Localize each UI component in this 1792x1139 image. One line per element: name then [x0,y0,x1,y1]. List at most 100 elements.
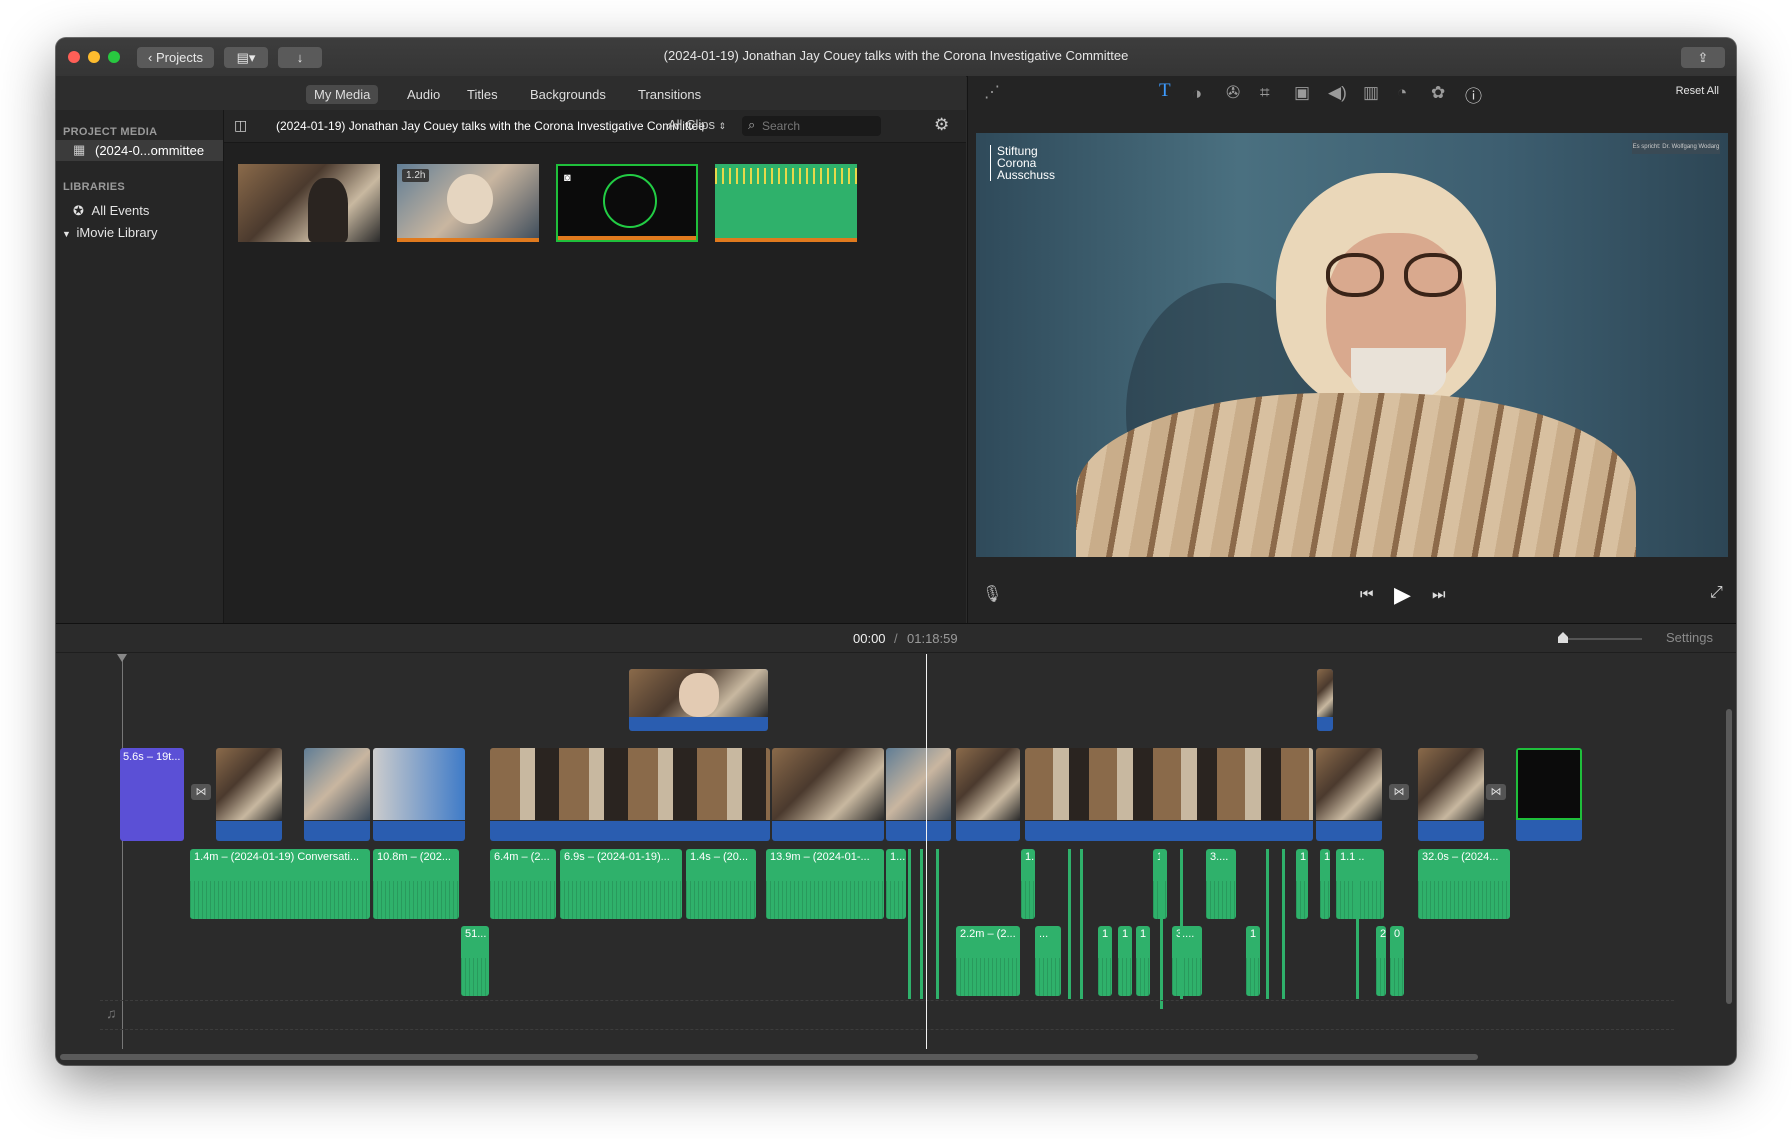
gear-icon[interactable]: ⚙ [934,115,949,135]
audio-clip[interactable]: 32.0s – (2024... [1418,849,1510,919]
timeline-settings-button[interactable]: Settings [1666,630,1713,645]
title-bar: ‹ Projects ▤▾ ↓ (2024-01-19) Jonathan Ja… [56,38,1736,77]
event-title: (2024-01-19) Jonathan Jay Couey talks wi… [276,119,705,133]
audio-clip[interactable]: ... [1035,926,1061,996]
magic-wand-icon[interactable]: ⋰ [984,82,1000,102]
tab-backgrounds[interactable]: Backgrounds [522,85,614,104]
audio-clip[interactable]: 1.4m – (2024-01-19) Conversati... [190,849,370,919]
audio-clip[interactable]: 1 [1246,926,1260,996]
total-duration: 01:18:59 [907,631,958,646]
video-clip[interactable] [772,748,884,841]
skip-forward-icon[interactable]: ⏭ [1432,586,1446,603]
audio-clip[interactable]: 1 [1296,849,1308,919]
person-head [447,174,493,224]
filter-overlay-icon[interactable]: ✿ [1431,83,1445,103]
media-browser: ◫ (2024-01-19) Jonathan Jay Couey talks … [224,110,966,623]
video-clip[interactable] [216,748,282,841]
vertical-scrollbar[interactable] [1726,709,1732,1004]
stabilization-camera-icon[interactable]: ▣ [1294,83,1310,103]
video-clip[interactable] [1316,748,1382,841]
audio-clip[interactable]: 3.... [1206,849,1236,919]
crop-icon[interactable]: ⌗ [1260,83,1270,103]
zoom-slider-track[interactable] [1562,638,1642,640]
audio-clip[interactable]: 1.1... [1336,849,1384,919]
current-time: 00:00 [853,631,886,646]
imovie-library-item[interactable]: ▼ iMovie Library [62,225,157,240]
audio-clip[interactable]: 51... [461,926,489,996]
audio-clip[interactable]: 1 [1118,926,1132,996]
media-thumbnail[interactable]: 1.2h [397,164,539,242]
audio-clip[interactable]: 1... [886,849,906,919]
video-clip[interactable] [304,748,370,841]
media-thumbnail[interactable] [238,164,380,242]
audio-clip[interactable]: 3.... [1172,926,1202,996]
playhead[interactable] [926,654,927,1049]
tab-my-media[interactable]: My Media [306,85,379,104]
reset-all-button[interactable]: Reset All [1676,85,1719,97]
music-track[interactable]: ♫ [100,1000,1674,1030]
audio-clip[interactable]: 13.9m – (2024-01-... [766,849,884,919]
libraries-header: LIBRARIES [63,181,125,193]
search-field[interactable]: ⌕ Search [742,116,881,136]
media-tabs-bar [56,76,966,110]
info-icon[interactable]: ⓘ [1465,82,1482,107]
title-clip[interactable]: 5.6s – 19t... [120,748,184,841]
music-note-icon: ♫ [106,1005,117,1021]
cutaway-clip[interactable] [1317,669,1333,731]
audio-clip[interactable]: 1 [1320,849,1330,919]
share-button[interactable]: ⇪ [1681,47,1725,68]
sweater [1076,393,1636,557]
all-events-item[interactable]: ✪ All Events [73,203,149,219]
video-clip[interactable] [1418,748,1484,841]
audio-clip[interactable]: 0 [1390,926,1404,996]
time-separator: / [894,631,898,646]
project-media-item-label: (2024-0...ommittee [95,143,205,158]
caption-tag: Es spricht: Dr. Wolfgang Wodarg [1632,140,1720,154]
audio-clip[interactable]: 6.9s – (2024-01-19)... [560,849,682,919]
color-palette-icon[interactable]: ✇ [1226,83,1240,103]
video-clip[interactable] [1516,748,1582,841]
transition-icon[interactable]: ⋈ [191,784,211,800]
volume-icon[interactable]: ◀) [1328,83,1347,103]
tab-transitions[interactable]: Transitions [630,85,709,104]
audio-clip[interactable]: 1.4s – (20... [686,849,756,919]
audio-clip[interactable]: 2 [1376,926,1386,996]
person-silhouette [308,178,348,242]
viewer-panel: ⋰ T ◑ ✇ ⌗ ▣ ◀) ▥ ◔ ✿ ⓘ Reset All Stiftun… [967,76,1736,623]
audio-clip[interactable]: 1. [1021,849,1035,919]
skip-back-icon[interactable]: ⏮ [1360,586,1374,603]
project-media-item[interactable]: ▦ (2024-0...ommittee [56,140,223,161]
video-clip[interactable] [490,748,770,841]
video-clip[interactable] [956,748,1020,841]
video-clip[interactable] [373,748,465,841]
audio-clip[interactable]: 1 [1098,926,1112,996]
media-thumbnail[interactable]: ◙ [556,164,698,242]
audio-clip[interactable]: 1 [1136,926,1150,996]
audio-clip[interactable]: 10.8m – (202... [373,849,459,919]
transition-icon[interactable]: ⋈ [1486,784,1506,800]
transition-icon[interactable]: ⋈ [1389,784,1409,800]
audio-thumbnail[interactable] [715,164,857,242]
cutaway-clip[interactable] [629,669,768,731]
tab-titles[interactable]: Titles [459,85,506,104]
video-clip[interactable] [1025,748,1313,841]
title-text-icon[interactable]: T [1159,80,1171,102]
audio-clip[interactable]: 6.4m – (2... [490,849,556,919]
video-preview[interactable]: Stiftung Corona Ausschuss Es spricht: Dr… [976,133,1728,557]
sidebar-toggle-icon[interactable]: ◫ [234,117,247,134]
microphone-icon[interactable]: 🎙 [982,584,1002,604]
speed-gauge-icon[interactable]: ◔ [1397,83,1407,103]
audio-waveform [715,168,857,184]
audio-clip[interactable]: 2.2m – (2... [956,926,1020,996]
equalizer-icon[interactable]: ▥ [1363,83,1379,103]
tab-audio[interactable]: Audio [399,85,448,104]
video-clip[interactable] [886,748,951,841]
zoom-slider-knob[interactable] [1558,632,1568,643]
play-icon[interactable]: ▶ [1394,582,1411,608]
fullscreen-icon[interactable]: ⤢ [1710,584,1723,602]
color-balance-icon[interactable]: ◑ [1192,84,1202,104]
clip-filter-select[interactable]: All Clips ⇕ [668,117,726,132]
horizontal-scrollbar[interactable] [60,1054,1478,1060]
camera-icon: ◙ [564,172,571,184]
timeline[interactable]: 00:00 / 01:18:59 Settings 5.6s – 19t... … [56,623,1736,1065]
